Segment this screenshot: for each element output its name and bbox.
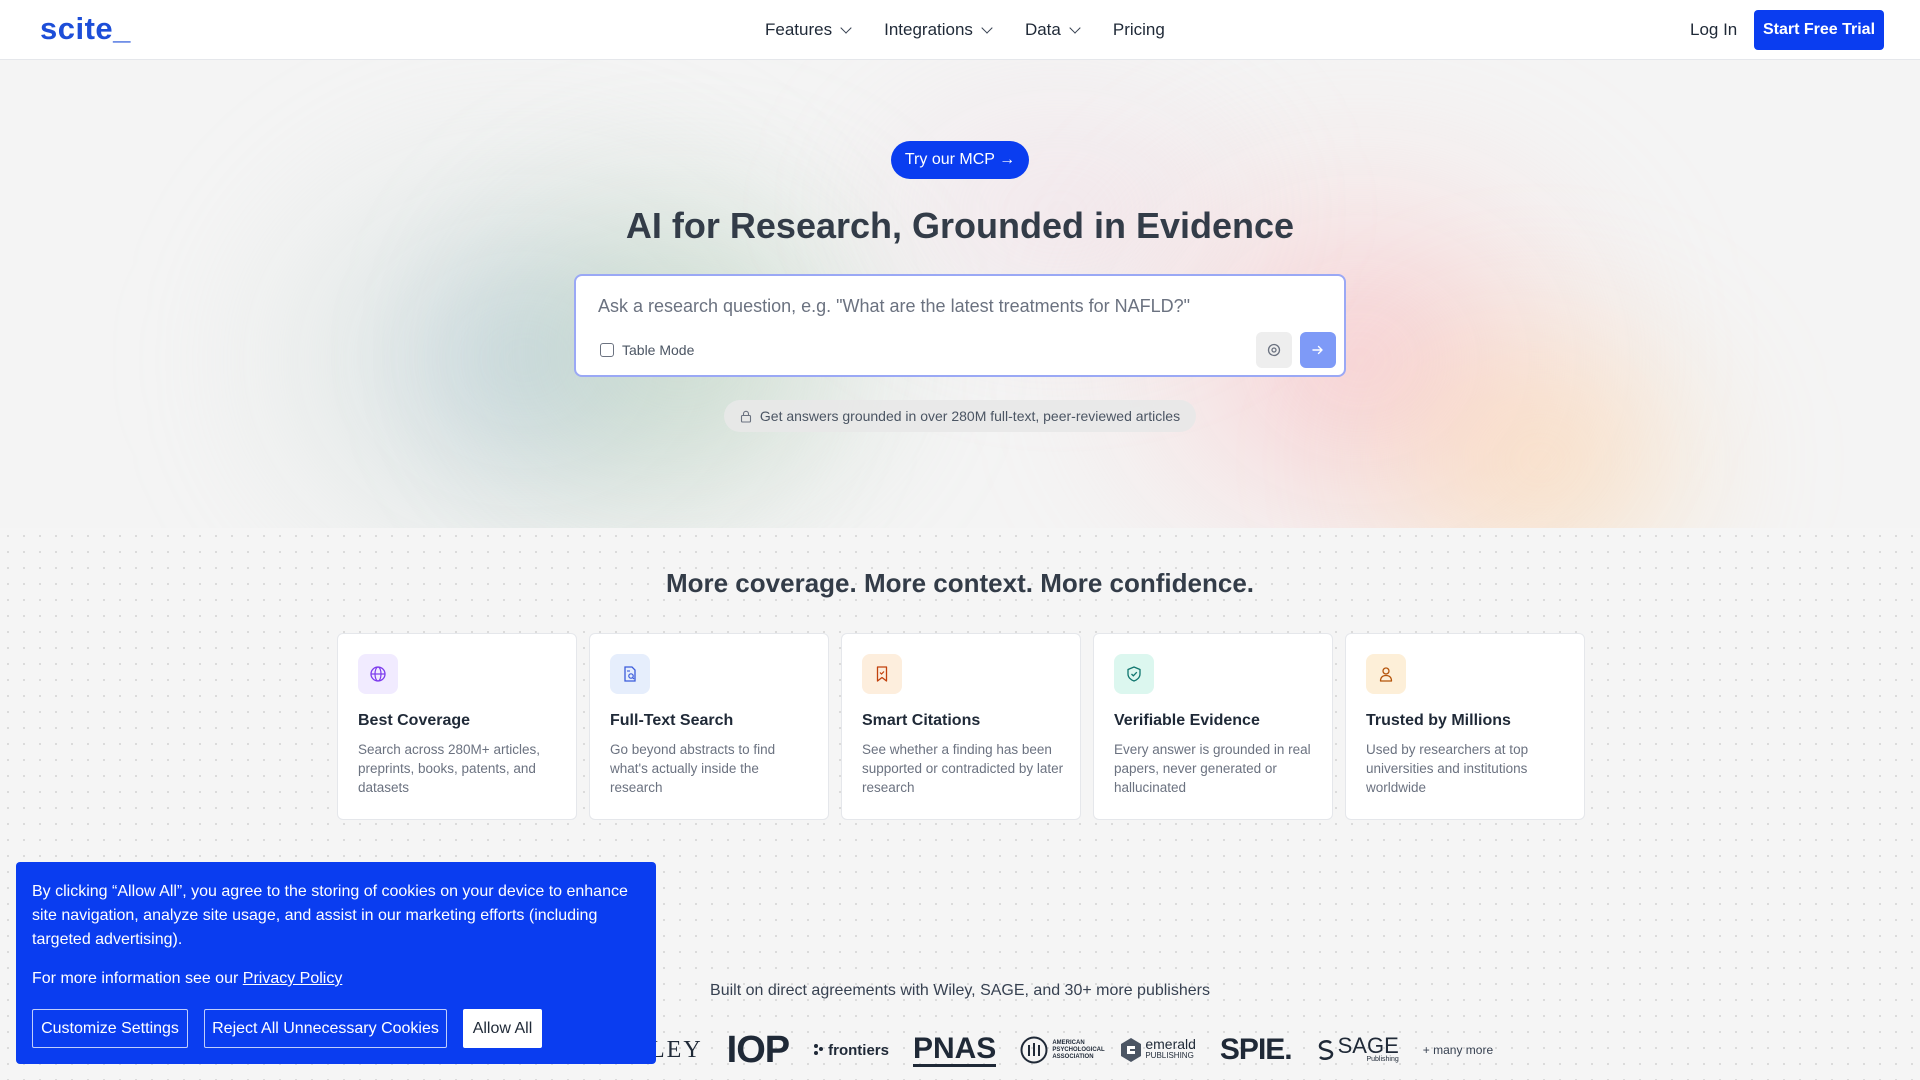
card-description: See whether a finding has been supported… — [862, 742, 1064, 795]
cookie-text: By clicking “Allow All”, you agree to th… — [32, 883, 628, 948]
arrow-right-icon — [1312, 345, 1323, 355]
menu-features[interactable]: Features — [765, 20, 852, 40]
feature-card-full-text-search: Full-Text Search Go beyond abstracts to … — [589, 633, 829, 820]
search-box: Table Mode — [574, 274, 1346, 377]
card-icon-wrap — [1366, 654, 1406, 694]
card-title: Full-Text Search — [610, 712, 734, 729]
iop-logo: IOP — [726, 1028, 790, 1071]
try-mcp-button[interactable]: Try our MCP → — [891, 141, 1029, 179]
grounded-note-text: Get answers grounded in over 280M full-t… — [759, 408, 1181, 424]
emerald-logo-text: emerald — [1145, 1036, 1196, 1052]
card-description: Go beyond abstracts to find what's actua… — [610, 742, 776, 795]
feature-card-verifiable-evidence: Verifiable Evidence Every answer is grou… — [1093, 633, 1333, 820]
search-input[interactable] — [598, 296, 1318, 317]
emerald-logo-subtext: PUBLISHING — [1145, 1051, 1194, 1060]
privacy-policy-link[interactable]: Privacy Policy — [243, 970, 343, 987]
card-icon-wrap — [610, 654, 650, 694]
table-mode-label: Table Mode — [622, 342, 695, 358]
chevron-down-icon — [840, 21, 852, 34]
sage-logo: SAGE Publishing — [1316, 1033, 1399, 1064]
feature-card-smart-citations: Smart Citations See whether a finding ha… — [841, 633, 1081, 820]
chevron-down-icon — [981, 21, 993, 34]
customize-settings-button[interactable]: Customize Settings — [32, 1009, 188, 1048]
card-title: Smart Citations — [862, 712, 981, 729]
emerald-logo: emerald PUBLISHING — [1120, 1037, 1196, 1063]
feature-card-trusted-by-millions: Trusted by Millions Used by researchers … — [1345, 633, 1585, 820]
menu-data-label: Data — [1024, 20, 1061, 39]
frontiers-logo: frontiers — [813, 1042, 889, 1059]
pnas-logo: PNAS — [912, 1031, 997, 1067]
sage-logo-subtext: Publishing — [1366, 1056, 1399, 1063]
many-more-label: + many more — [1422, 1043, 1494, 1057]
frontiers-logo-text: frontiers — [828, 1041, 889, 1059]
sage-logo-wordmark: SAGE Publishing — [1337, 1033, 1399, 1064]
table-mode-checkbox[interactable] — [600, 343, 614, 357]
card-title: Best Coverage — [358, 712, 471, 729]
emerald-logo-wordmark: emerald PUBLISHING — [1145, 1036, 1196, 1062]
wiley-logo: LEY — [650, 1036, 703, 1063]
card-icon-wrap — [1114, 654, 1154, 694]
grounded-note-badge: Get answers grounded in over 280M full-t… — [724, 400, 1196, 432]
card-title: Trusted by Millions — [1366, 712, 1511, 729]
spie-logo: SPIE. — [1219, 1033, 1293, 1066]
reject-cookies-button[interactable]: Reject All Unnecessary Cookies — [204, 1009, 447, 1048]
card-icon-wrap — [862, 654, 902, 694]
start-free-trial-button[interactable]: Start Free Trial — [1754, 10, 1884, 50]
chevron-down-icon — [1069, 21, 1081, 34]
globe-icon — [370, 666, 386, 682]
table-mode-toggle[interactable]: Table Mode — [600, 342, 694, 358]
card-description: Every answer is grounded in real papers,… — [1114, 742, 1311, 795]
allow-all-button[interactable]: Allow All — [463, 1009, 542, 1048]
submit-button[interactable] — [1300, 332, 1336, 368]
card-icon-wrap — [358, 654, 398, 694]
apa-logo: AMERICAN PSYCHOLOGICAL ASSOCIATION — [1020, 1036, 1105, 1064]
menu-pricing[interactable]: Pricing — [1113, 20, 1165, 40]
sage-mark-icon — [1318, 1040, 1333, 1060]
publisher-logos: LEY IOP frontiers PNAS AMERICAN PSYCHOLO… — [650, 1028, 1493, 1072]
card-description: Search across 280M+ articles, preprints,… — [358, 742, 540, 795]
cookie-more-prefix: For more information see our — [32, 970, 239, 987]
cookie-banner: By clicking “Allow All”, you agree to th… — [16, 862, 656, 1064]
document-search-icon — [624, 666, 636, 682]
bookmark-icon — [876, 666, 888, 682]
card-description: Used by researchers at top universities … — [1366, 742, 1529, 795]
feature-card-best-coverage: Best Coverage Search across 280M+ articl… — [337, 633, 577, 820]
page-title: AI for Research, Grounded in Evidence — [625, 205, 1295, 246]
apa-logo-text: AMERICAN PSYCHOLOGICAL ASSOCIATION — [1052, 1039, 1105, 1060]
hero-section: Try our MCP → AI for Research, Grounded … — [0, 60, 1920, 528]
emerald-mark-icon — [1121, 1038, 1142, 1062]
login-link[interactable]: Log In — [1690, 20, 1737, 40]
menu-integrations[interactable]: Integrations — [884, 20, 993, 40]
sage-logo-text: SAGE — [1337, 1033, 1399, 1058]
top-nav: scite_ Features Integrations Data Pricin… — [0, 0, 1920, 60]
menu-data[interactable]: Data — [1024, 20, 1081, 40]
gear-icon — [1267, 343, 1281, 357]
card-title: Verifiable Evidence — [1114, 712, 1260, 729]
lock-icon — [740, 410, 751, 423]
scite-logo[interactable]: scite_ — [40, 11, 131, 47]
menu-integrations-label: Integrations — [884, 20, 973, 39]
menu-features-label: Features — [765, 20, 833, 39]
main-menu: Features Integrations Data Pricing — [765, 0, 1165, 60]
user-icon — [1379, 667, 1393, 682]
shield-check-icon — [1127, 666, 1141, 682]
features-title: More coverage. More context. More confid… — [665, 568, 1255, 598]
apa-seal-icon — [1020, 1036, 1048, 1064]
settings-button[interactable] — [1256, 332, 1292, 368]
menu-pricing-label: Pricing — [1112, 20, 1165, 39]
cookie-more-info: For more information see our Privacy Pol… — [32, 970, 342, 988]
frontiers-mark-icon — [814, 1044, 824, 1055]
